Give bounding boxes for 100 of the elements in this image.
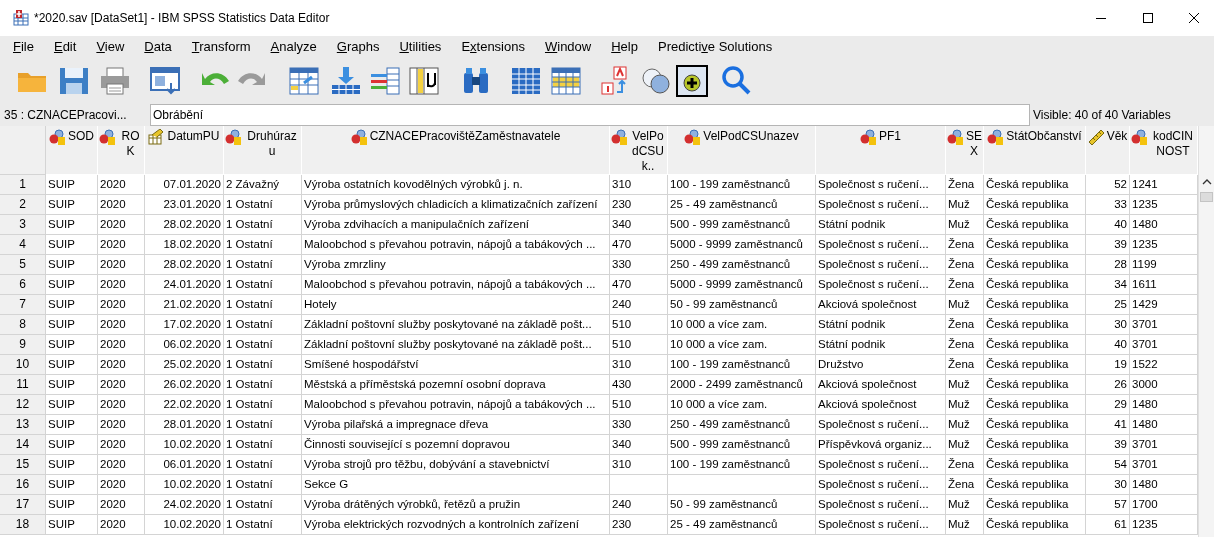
table-cell[interactable]: Žena <box>946 355 984 375</box>
menu-item[interactable]: Data <box>144 37 172 57</box>
row-number[interactable]: 14 <box>0 435 46 455</box>
table-cell[interactable]: 39 <box>1086 435 1130 455</box>
table-cell[interactable]: 54 <box>1086 455 1130 475</box>
row-number[interactable]: 3 <box>0 215 46 235</box>
row-number[interactable]: 13 <box>0 415 46 435</box>
menu-item[interactable]: Predictive Solutions <box>657 37 773 57</box>
table-cell[interactable]: SUIP <box>46 495 98 515</box>
table-cell[interactable]: Česká republika <box>984 175 1086 195</box>
table-cell[interactable]: Státní podnik <box>816 315 946 335</box>
table-cell[interactable]: Česká republika <box>984 455 1086 475</box>
cell-editor-field[interactable]: Obrábění <box>150 104 1030 126</box>
table-cell[interactable]: 2000 - 2499 zaměstnanců <box>668 375 816 395</box>
table-cell[interactable]: 30 <box>1086 475 1130 495</box>
table-cell[interactable] <box>610 475 668 495</box>
table-cell[interactable]: 5000 - 9999 zaměstnanců <box>668 275 816 295</box>
table-cell[interactable]: SUIP <box>46 255 98 275</box>
table-cell[interactable]: 1 Ostatní <box>224 395 302 415</box>
table-cell[interactable]: 28 <box>1086 255 1130 275</box>
table-cell[interactable]: 40 <box>1086 215 1130 235</box>
table-cell[interactable]: Výroba strojů pro těžbu, dobývání a stavebnictví <box>302 455 610 475</box>
table-cell[interactable]: Česká republika <box>984 235 1086 255</box>
table-cell[interactable]: 2020 <box>98 395 145 415</box>
table-cell[interactable]: 28.02.2020 <box>145 255 224 275</box>
menu-item[interactable]: View <box>96 37 125 57</box>
row-number[interactable]: 9 <box>0 335 46 355</box>
table-cell[interactable]: 2020 <box>98 455 145 475</box>
table-cell[interactable]: Muž <box>946 515 984 535</box>
table-cell[interactable]: Společnost s ručení... <box>816 515 946 535</box>
row-number[interactable]: 4 <box>0 235 46 255</box>
table-cell[interactable]: Muž <box>946 375 984 395</box>
table-cell[interactable]: Společnost s ručení... <box>816 275 946 295</box>
table-cell[interactable]: Česká republika <box>984 295 1086 315</box>
table-cell[interactable]: 1 Ostatní <box>224 435 302 455</box>
column-header[interactable]: VelPodCSUk.. <box>610 126 668 175</box>
column-header[interactable]: ROK <box>98 126 145 175</box>
table-cell[interactable]: 26 <box>1086 375 1130 395</box>
table-cell[interactable]: Žena <box>946 335 984 355</box>
menu-item[interactable]: Help <box>611 37 638 57</box>
table-cell[interactable]: 2020 <box>98 235 145 255</box>
table-cell[interactable]: 24.02.2020 <box>145 495 224 515</box>
table-cell[interactable]: 2020 <box>98 295 145 315</box>
table-cell[interactable]: 1 Ostatní <box>224 415 302 435</box>
table-cell[interactable]: Žena <box>946 455 984 475</box>
table-cell[interactable]: 250 - 499 zaměstnanců <box>668 255 816 275</box>
table-cell[interactable]: 10 000 a více zam. <box>668 395 816 415</box>
table-cell[interactable]: 50 - 99 zaměstnanců <box>668 295 816 315</box>
table-cell[interactable]: SUIP <box>46 215 98 235</box>
table-cell[interactable]: 310 <box>610 355 668 375</box>
table-cell[interactable]: Akciová společnost <box>816 375 946 395</box>
table-cell[interactable]: 2020 <box>98 315 145 335</box>
table-cell[interactable]: 40 <box>1086 335 1130 355</box>
table-cell[interactable]: SUIP <box>46 455 98 475</box>
table-cell[interactable]: SUIP <box>46 315 98 335</box>
table-cell[interactable]: 19 <box>1086 355 1130 375</box>
table-cell[interactable]: Muž <box>946 295 984 315</box>
table-cell[interactable]: 330 <box>610 415 668 435</box>
table-cell[interactable]: 340 <box>610 435 668 455</box>
table-cell[interactable]: 240 <box>610 295 668 315</box>
table-cell[interactable]: 250 - 499 zaměstnanců <box>668 415 816 435</box>
table-cell[interactable]: SUIP <box>46 335 98 355</box>
table-cell[interactable]: 1 Ostatní <box>224 335 302 355</box>
table-cell[interactable]: 2020 <box>98 495 145 515</box>
row-number[interactable]: 1 <box>0 175 46 195</box>
table-cell[interactable]: Česká republika <box>984 495 1086 515</box>
table-cell[interactable]: 310 <box>610 455 668 475</box>
table-cell[interactable]: Muž <box>946 495 984 515</box>
table-cell[interactable]: Česká republika <box>984 395 1086 415</box>
table-cell[interactable]: Muž <box>946 195 984 215</box>
menu-item[interactable]: Transform <box>191 37 251 57</box>
table-cell[interactable]: 2020 <box>98 215 145 235</box>
column-header[interactable]: SEX <box>946 126 984 175</box>
table-cell[interactable]: Hotely <box>302 295 610 315</box>
table-cell[interactable]: Žena <box>946 475 984 495</box>
menu-item[interactable]: Analyze <box>270 37 317 57</box>
table-cell[interactable]: 2020 <box>98 475 145 495</box>
table-cell[interactable]: Česká republika <box>984 375 1086 395</box>
column-header[interactable]: VelPodCSUnazev <box>668 126 816 175</box>
table-cell[interactable]: Česká republika <box>984 195 1086 215</box>
table-cell[interactable]: Základní poštovní služby poskytované na základě pošt... <box>302 315 610 335</box>
table-cell[interactable]: Žena <box>946 255 984 275</box>
table-cell[interactable]: 25 <box>1086 295 1130 315</box>
table-cell[interactable]: Společnost s ručení... <box>816 455 946 475</box>
circles-icon[interactable] <box>640 65 672 97</box>
row-number[interactable]: 16 <box>0 475 46 495</box>
table-cell[interactable]: SUIP <box>46 175 98 195</box>
table-cell[interactable]: 29 <box>1086 395 1130 415</box>
table-cell[interactable]: Akciová společnost <box>816 395 946 415</box>
row-number[interactable]: 10 <box>0 355 46 375</box>
menu-item[interactable]: Window <box>544 37 592 57</box>
table-cell[interactable]: 17.02.2020 <box>145 315 224 335</box>
table-cell[interactable]: 510 <box>610 395 668 415</box>
table-cell[interactable]: Společnost s ručení... <box>816 255 946 275</box>
table-cell[interactable]: Muž <box>946 435 984 455</box>
table-cell[interactable]: Muž <box>946 395 984 415</box>
menu-item[interactable]: Utilities <box>399 37 442 57</box>
table-cell[interactable]: 21.02.2020 <box>145 295 224 315</box>
table-cell[interactable]: 24.01.2020 <box>145 275 224 295</box>
table-cell[interactable]: 2020 <box>98 435 145 455</box>
